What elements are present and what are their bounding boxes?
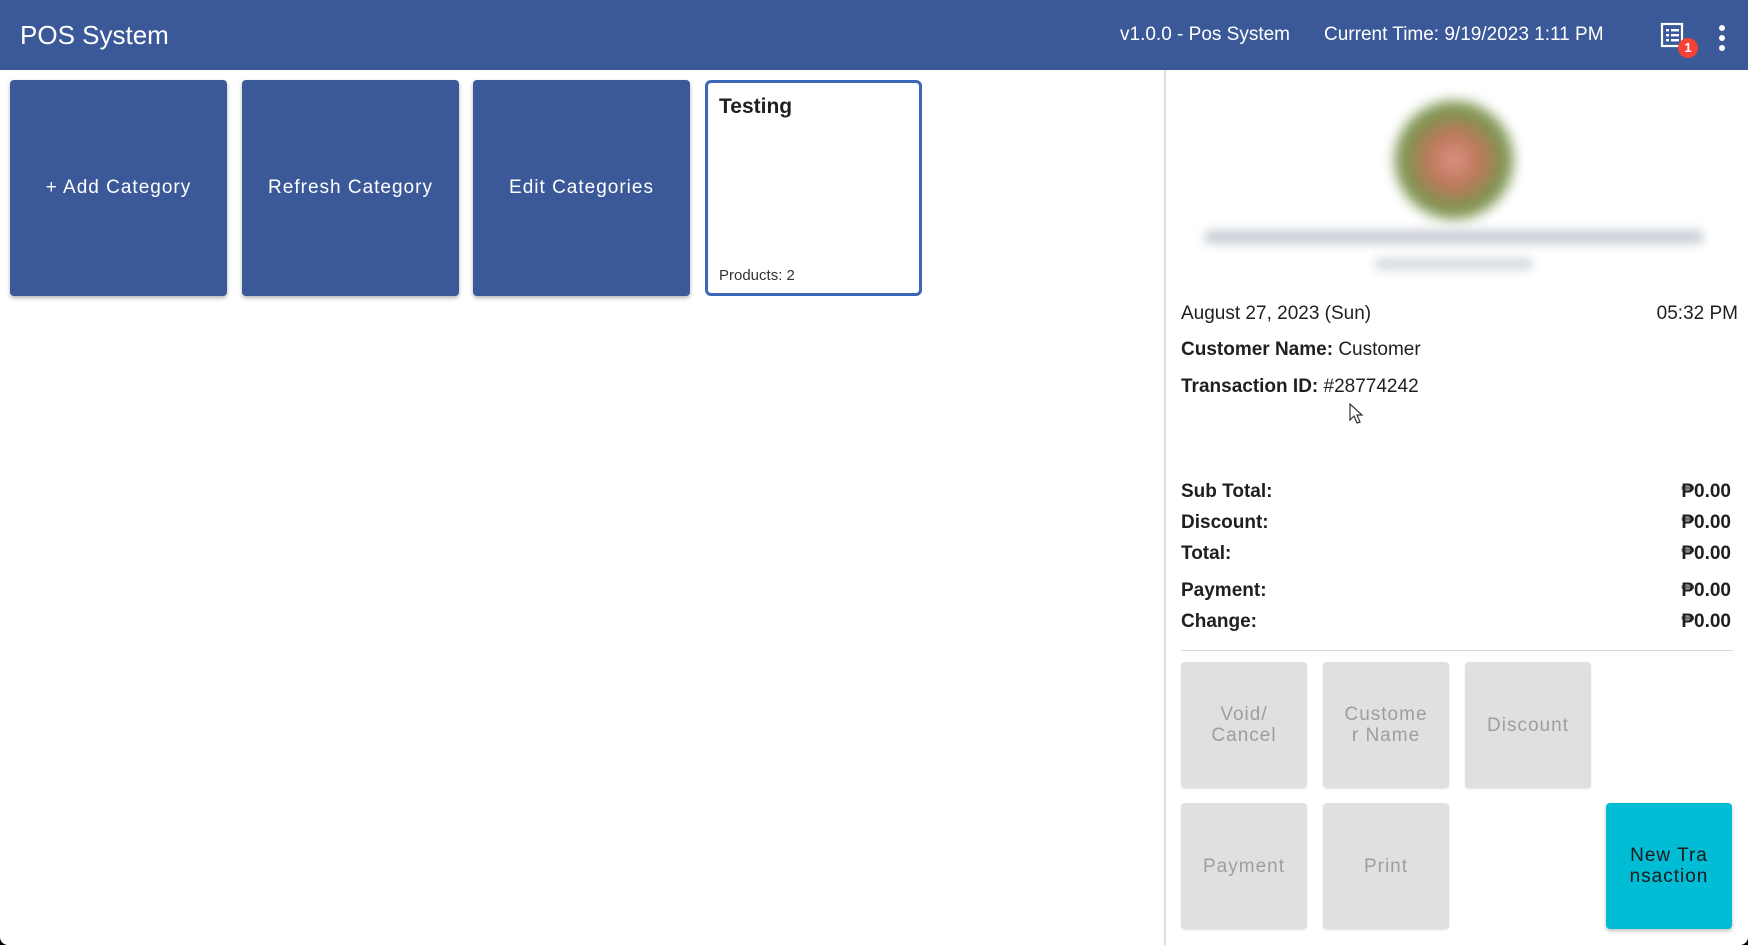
new-transaction-label-1: New Tra [1630, 845, 1708, 866]
current-time-label: Current Time: 9/19/2023 1:11 PM [1324, 24, 1604, 45]
more-options-button[interactable] [1712, 20, 1732, 51]
transaction-id-row: Transaction ID: #28774242 [1181, 376, 1419, 398]
total-amount: ₱0.00 [1681, 543, 1731, 564]
category-product-count: Products: 2 [719, 267, 795, 284]
pos-app: POS System v1.0.0 - Pos System Current T… [0, 0, 1748, 945]
change-label: Change: [1181, 611, 1257, 632]
logo-text-blurred [1204, 230, 1704, 244]
category-card-testing[interactable]: Testing Products: 2 [705, 80, 922, 296]
store-logo [1174, 80, 1738, 296]
receipt-date: August 27, 2023 (Sun) [1181, 303, 1372, 324]
logo-emblem [1394, 100, 1514, 220]
app-title: POS System [20, 20, 169, 50]
payment-amount: ₱0.00 [1681, 580, 1731, 601]
more-vert-icon [1719, 25, 1725, 31]
payment-button[interactable]: Payment [1181, 803, 1307, 929]
customer-name-value: Customer [1338, 339, 1421, 360]
new-transaction-label-2: nsaction [1629, 866, 1709, 887]
category-name: Testing [719, 95, 793, 118]
mouse-cursor-icon [1349, 403, 1364, 424]
top-app-bar: POS System v1.0.0 - Pos System Current T… [0, 0, 1748, 70]
payment-row: Payment: ₱0.00 [1181, 580, 1731, 602]
change-amount: ₱0.00 [1681, 611, 1731, 632]
customer-name-label-1: Custome [1344, 704, 1428, 725]
void-cancel-label-2: Cancel [1211, 725, 1277, 746]
receipt-date-row: August 27, 2023 (Sun) 05:32 PM [1181, 303, 1738, 325]
version-label: v1.0.0 - Pos System [1120, 24, 1291, 45]
void-cancel-label-1: Void/ [1220, 704, 1268, 725]
subtotal-row: Sub Total: ₱0.00 [1181, 481, 1731, 503]
discount-button[interactable]: Discount [1465, 662, 1591, 788]
payment-label: Payment: [1181, 580, 1267, 601]
change-row: Change: ₱0.00 [1181, 611, 1731, 633]
summary-divider [1181, 650, 1733, 651]
logo-subtext-blurred [1374, 258, 1534, 270]
void-cancel-button[interactable]: Void/ Cancel [1181, 662, 1307, 788]
customer-name-button[interactable]: Custome r Name [1323, 662, 1449, 788]
receipt-time: 05:32 PM [1656, 303, 1738, 324]
notification-badge: 1 [1678, 38, 1698, 58]
more-vert-icon-dot [1719, 45, 1725, 51]
add-category-button[interactable]: + Add Category [10, 80, 227, 296]
total-label: Total: [1181, 543, 1232, 564]
customer-name-label: Customer Name: [1181, 339, 1334, 360]
print-button[interactable]: Print [1323, 803, 1449, 929]
customer-name-row: Customer Name: Customer [1181, 339, 1421, 361]
customer-name-label-2: r Name [1351, 725, 1421, 746]
receipt-panel: August 27, 2023 (Sun) 05:32 PM Customer … [1166, 70, 1748, 945]
discount-label: Discount: [1181, 512, 1269, 533]
subtotal-label: Sub Total: [1181, 481, 1273, 502]
subtotal-amount: ₱0.00 [1681, 481, 1731, 502]
total-row: Total: ₱0.00 [1181, 543, 1731, 565]
transaction-id-label: Transaction ID: [1181, 376, 1319, 397]
refresh-category-button[interactable]: Refresh Category [242, 80, 459, 296]
discount-row: Discount: ₱0.00 [1181, 512, 1731, 534]
more-vert-icon-dot [1719, 35, 1725, 41]
transaction-id-value: #28774242 [1323, 376, 1419, 397]
receipt-list-button[interactable]: 1 [1656, 18, 1698, 58]
category-panel: + Add Category Refresh Category Edit Cat… [0, 70, 1164, 945]
new-transaction-button[interactable]: New Tra nsaction [1606, 803, 1732, 929]
discount-amount: ₱0.00 [1681, 512, 1731, 533]
edit-categories-button[interactable]: Edit Categories [473, 80, 690, 296]
